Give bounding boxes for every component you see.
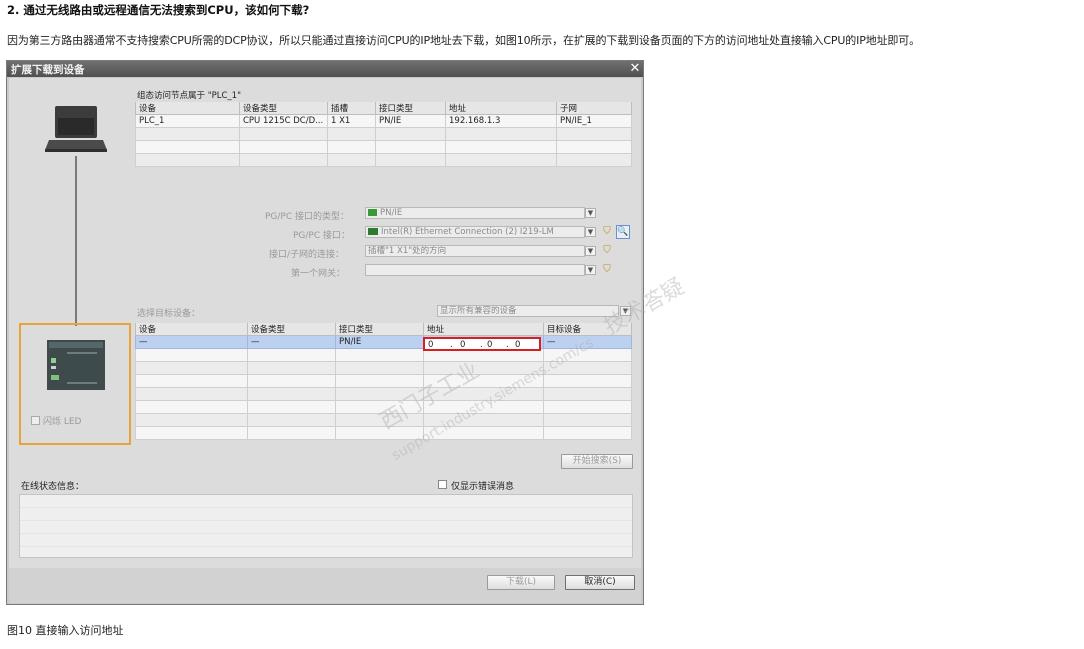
config-cell: PN/IE — [375, 114, 446, 128]
extended-download-dialog: 扩展下载到设备 ✕ 组态访问节点属于 "PLC_1" 设备 设备类型 插槽 接口… — [6, 60, 689, 605]
config-cell: 192.168.1.3 — [445, 114, 557, 128]
config-cell: PN/IE_1 — [556, 114, 632, 128]
dialog-client-area: 组态访问节点属于 "PLC_1" 设备 设备类型 插槽 接口类型 地址 子网 P… — [9, 78, 689, 603]
close-icon[interactable]: ✕ — [627, 61, 643, 77]
target-row — [135, 426, 632, 440]
ip-octet[interactable]: 0 — [515, 340, 520, 350]
show-errors-label: 仅显示错误消息 — [451, 482, 515, 492]
figure-caption: 图10 直接输入访问地址 — [7, 624, 124, 637]
blink-led-checkbox[interactable] — [31, 416, 40, 425]
pgpc-type-label: PG/PC 接口的类型： — [265, 212, 350, 222]
pgpc-laptop-icon — [45, 104, 107, 154]
ip-octet[interactable]: 0 — [428, 340, 433, 350]
pgpc-type-select[interactable]: PN/IE — [365, 207, 585, 219]
ip-dot: . — [480, 340, 483, 350]
pgpc-type-value: PN/IE — [380, 208, 403, 218]
select-target-label: 选择目标设备： — [137, 309, 201, 319]
dialog-titlebar: 扩展下载到设备 ✕ — [7, 61, 643, 77]
article-heading: 2. 通过无线路由或远程通信无法搜索到CPU，该如何下载? — [7, 3, 310, 17]
config-header[interactable]: 子网 — [556, 102, 632, 115]
config-row — [135, 127, 632, 141]
diagnostics-icon[interactable]: 🔍 — [616, 225, 630, 239]
config-header[interactable]: 设备类型 — [239, 102, 328, 115]
config-cell: 1 X1 — [327, 114, 376, 128]
target-header[interactable]: 设备 — [135, 323, 248, 336]
ip-dot: . — [506, 340, 509, 350]
status-shield-icon: ⛉ — [603, 245, 611, 256]
cancel-button[interactable]: 取消(C) — [565, 575, 635, 590]
article-paragraph: 因为第三方路由器通常不支持搜索CPU所需的DCP协议，所以只能通过直接访问CPU… — [7, 34, 920, 47]
dialog-title: 扩展下载到设备 — [11, 64, 85, 76]
chevron-down-icon[interactable]: ▼ — [585, 265, 596, 275]
status-shield-icon: ⛉ — [603, 264, 611, 275]
ethernet-card-icon — [368, 228, 378, 235]
target-header[interactable]: 设备类型 — [247, 323, 336, 336]
watermark-text: 技术答疑 — [600, 274, 689, 340]
ip-address-input[interactable]: 0 . 0 . 0 . 0 — [423, 337, 541, 351]
config-node-title: 组态访问节点属于 "PLC_1" — [137, 91, 241, 101]
config-row — [135, 153, 632, 167]
chevron-down-icon[interactable]: ▼ — [585, 227, 596, 237]
blink-led-label: 闪烁 LED — [43, 417, 82, 427]
device-filter-select[interactable]: 显示所有兼容的设备 — [437, 305, 619, 317]
chevron-down-icon[interactable]: ▼ — [585, 208, 596, 218]
show-errors-checkbox[interactable] — [438, 480, 447, 489]
target-header[interactable]: 接口类型 — [335, 323, 424, 336]
target-cell: — — [135, 335, 248, 349]
target-row — [135, 387, 632, 401]
ip-dot: . — [450, 340, 453, 350]
first-gateway-label: 第一个网关： — [291, 269, 346, 279]
target-row — [135, 374, 632, 388]
config-header[interactable]: 地址 — [445, 102, 557, 115]
config-row — [135, 140, 632, 154]
target-row-selected[interactable]: — — PN/IE — — [135, 335, 632, 349]
target-header[interactable]: 地址 — [423, 323, 544, 336]
subnet-connection-label: 接口/子网的连接： — [269, 250, 345, 260]
ip-octet[interactable]: 0 — [460, 340, 465, 350]
config-row[interactable]: PLC_1 CPU 1215C DC/D... 1 X1 PN/IE 192.1… — [135, 114, 632, 128]
online-status-log — [19, 494, 633, 558]
config-cell: CPU 1215C DC/D... — [239, 114, 328, 128]
online-status-label: 在线状态信息： — [21, 482, 85, 492]
config-header[interactable]: 设备 — [135, 102, 240, 115]
network-icon — [368, 209, 377, 216]
config-header[interactable]: 接口类型 — [375, 102, 446, 115]
target-cell: — — [247, 335, 336, 349]
ip-octet[interactable]: 0 — [487, 340, 492, 350]
subnet-connection-select[interactable]: 插槽"1 X1"处的方向 — [365, 245, 585, 257]
status-shield-icon: ⛉ — [603, 226, 611, 237]
pgpc-interface-label: PG/PC 接口： — [293, 231, 351, 241]
connection-line — [75, 156, 77, 326]
config-cell: PLC_1 — [135, 114, 240, 128]
pgpc-interface-value: Intel(R) Ethernet Connection (2) I219-LM — [381, 227, 554, 237]
start-search-button[interactable]: 开始搜索(S) — [561, 454, 633, 469]
download-button[interactable]: 下载(L) — [487, 575, 555, 590]
first-gateway-select[interactable] — [365, 264, 585, 276]
chevron-down-icon[interactable]: ▼ — [585, 246, 596, 256]
target-cell: PN/IE — [335, 335, 424, 349]
plc-device-icon — [47, 340, 105, 390]
config-header[interactable]: 插槽 — [327, 102, 376, 115]
pgpc-interface-select[interactable]: Intel(R) Ethernet Connection (2) I219-LM — [365, 226, 585, 238]
config-table: 设备 设备类型 插槽 接口类型 地址 子网 PLC_1 CPU 1215C DC… — [135, 102, 632, 167]
